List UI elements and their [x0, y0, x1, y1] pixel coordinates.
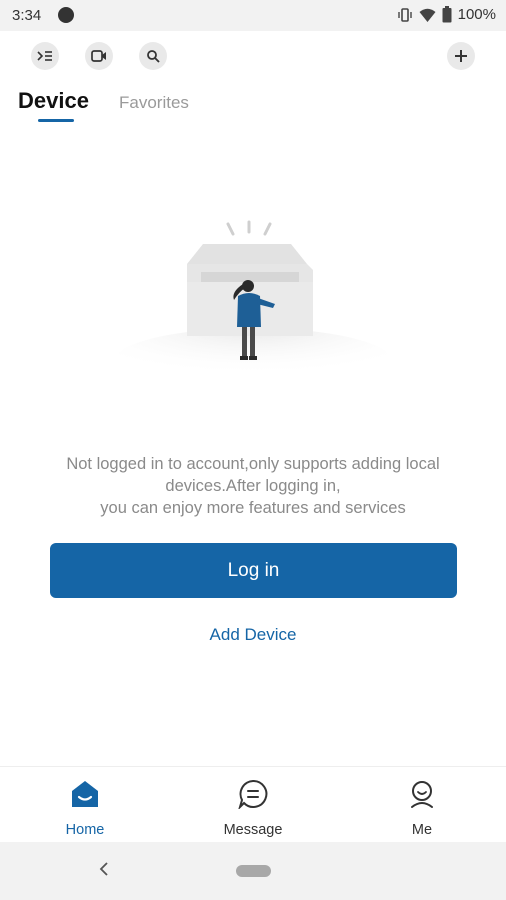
bottom-navigation: Home Message Me [0, 766, 506, 843]
video-camera-icon [91, 50, 106, 62]
system-home-pill[interactable] [236, 865, 271, 877]
tab-favorites[interactable]: Favorites [119, 93, 189, 113]
nav-home[interactable]: Home [25, 767, 145, 843]
nav-message-label: Message [223, 822, 283, 838]
device-list-button[interactable] [31, 42, 59, 70]
system-back-button[interactable] [92, 857, 116, 881]
status-time: 3:34 [12, 7, 42, 24]
nav-home-label: Home [65, 822, 105, 838]
chevron-left-icon [99, 862, 108, 876]
nav-me-label: Me [411, 822, 433, 838]
search-icon [147, 50, 160, 63]
status-bar: 3:34 100% [0, 0, 506, 31]
battery-percentage: 100% [457, 6, 496, 23]
home-icon [72, 781, 98, 807]
terminal-list-icon [37, 51, 52, 61]
tab-device[interactable]: Device [18, 88, 89, 114]
nav-me[interactable]: Me [362, 767, 482, 843]
app-notification-icon [58, 7, 74, 23]
wifi-icon [419, 8, 436, 22]
vibrate-icon [397, 7, 412, 22]
plus-icon [455, 50, 467, 62]
status-indicators: 100% [397, 6, 496, 23]
message-line: you can enjoy more features and services [100, 499, 406, 517]
system-navigation-bar [0, 842, 506, 900]
login-prompt-message: Not logged in to account,only supports a… [20, 453, 486, 519]
top-toolbar [0, 42, 506, 72]
add-device-link[interactable]: Add Device [0, 625, 506, 645]
add-button[interactable] [447, 42, 475, 70]
nav-message[interactable]: Message [193, 767, 313, 843]
message-line: Not logged in to account,only supports a… [66, 455, 440, 473]
active-tab-indicator [38, 119, 74, 122]
empty-box-person-illustration [113, 220, 393, 382]
battery-icon [442, 6, 452, 23]
search-button[interactable] [139, 42, 167, 70]
message-line: devices.After logging in, [165, 477, 341, 495]
video-button[interactable] [85, 42, 113, 70]
profile-icon [411, 781, 433, 808]
message-icon [238, 779, 268, 809]
login-button[interactable]: Log in [50, 543, 457, 598]
